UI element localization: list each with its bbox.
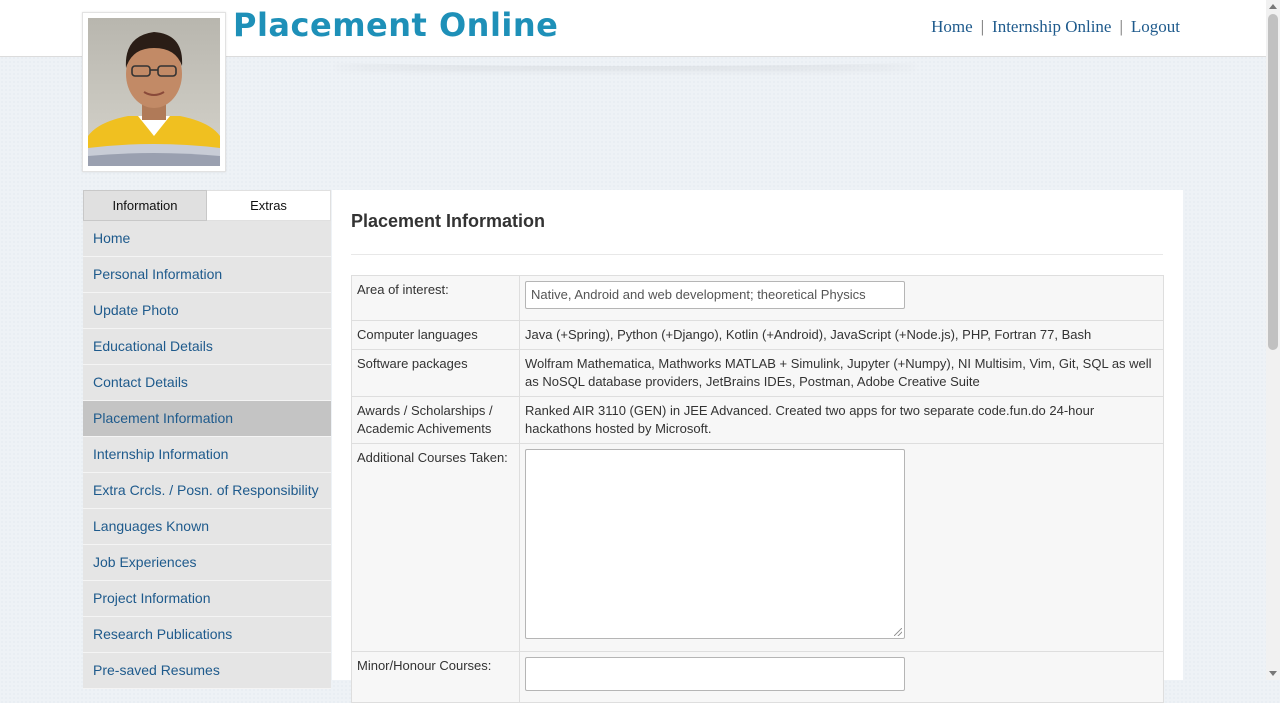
scroll-up-arrow-icon[interactable]: [1269, 4, 1277, 9]
scroll-down-arrow-icon[interactable]: [1269, 671, 1277, 676]
profile-photo: [82, 12, 226, 172]
header-shadow: [330, 56, 920, 66]
additional-courses-label: Additional Courses Taken:: [351, 443, 520, 652]
title-divider: [351, 254, 1163, 255]
minor-honour-label: Minor/Honour Courses:: [351, 651, 520, 703]
site-title: Placement Online: [233, 6, 559, 44]
sidebar-item-placement-information[interactable]: Placement Information: [83, 401, 331, 437]
nav-separator: |: [980, 17, 985, 36]
table-row: Area of interest: Native, Android and we…: [351, 275, 1164, 321]
nav-internship-online-link[interactable]: Internship Online: [992, 17, 1111, 36]
page-title: Placement Information: [351, 211, 546, 231]
awards-value: Ranked AIR 3110 (GEN) in JEE Advanced. C…: [519, 396, 1164, 444]
main-panel: Placement Information Area of interest: …: [332, 190, 1183, 703]
sidebar-item-contact-details[interactable]: Contact Details: [83, 365, 331, 401]
sidebar-item-job-experiences[interactable]: Job Experiences: [83, 545, 331, 581]
table-row: Additional Courses Taken:: [351, 443, 1164, 652]
resize-grip-icon[interactable]: [894, 628, 902, 636]
sidebar-item-project-information[interactable]: Project Information: [83, 581, 331, 617]
area-of-interest-cell: Native, Android and web development; the…: [519, 275, 1164, 321]
sidebar-item-personal-information[interactable]: Personal Information: [83, 257, 331, 293]
sidebar-item-update-photo[interactable]: Update Photo: [83, 293, 331, 329]
table-row: Computer languages Java (+Spring), Pytho…: [351, 320, 1164, 350]
page-scrollbar[interactable]: [1266, 0, 1280, 680]
nav-separator: |: [1119, 17, 1123, 36]
table-row: Awards / Scholarships / Academic Achivem…: [351, 396, 1164, 444]
sidebar-item-research-publications[interactable]: Research Publications: [83, 617, 331, 653]
computer-languages-value: Java (+Spring), Python (+Django), Kotlin…: [519, 320, 1164, 350]
minor-honour-input[interactable]: [525, 657, 905, 691]
area-of-interest-input[interactable]: Native, Android and web development; the…: [525, 281, 905, 309]
additional-courses-cell: [519, 443, 1164, 652]
additional-courses-textarea[interactable]: [525, 449, 905, 639]
sidebar-tabs: Information Extras: [83, 190, 331, 221]
awards-label: Awards / Scholarships / Academic Achivem…: [351, 396, 520, 444]
sidebar-item-home[interactable]: Home: [83, 221, 331, 257]
sidebar-item-educational-details[interactable]: Educational Details: [83, 329, 331, 365]
nav-logout-link[interactable]: Logout: [1131, 17, 1180, 36]
computer-languages-label: Computer languages: [351, 320, 520, 350]
nav-home-link[interactable]: Home: [931, 17, 973, 36]
profile-photo-image: [88, 18, 220, 166]
scroll-thumb[interactable]: [1268, 14, 1278, 350]
table-row: Minor/Honour Courses:: [351, 651, 1164, 703]
software-packages-value: Wolfram Mathematica, Mathworks MATLAB + …: [519, 349, 1164, 397]
sidebar-item-internship-information[interactable]: Internship Information: [83, 437, 331, 473]
area-of-interest-label: Area of interest:: [351, 275, 520, 321]
software-packages-label: Software packages: [351, 349, 520, 397]
top-nav: Home | Internship Online | Logout: [931, 17, 1180, 37]
tab-extras[interactable]: Extras: [207, 190, 331, 221]
minor-honour-cell: [519, 651, 1164, 703]
sidebar-item-languages-known[interactable]: Languages Known: [83, 509, 331, 545]
sidebar: Information Extras Home Personal Informa…: [83, 190, 331, 689]
sidebar-item-extra-curriculars[interactable]: Extra Crcls. / Posn. of Responsibility: [83, 473, 331, 509]
tab-information[interactable]: Information: [83, 190, 207, 221]
placement-info-table: Area of interest: Native, Android and we…: [351, 275, 1164, 703]
sidebar-item-pre-saved-resumes[interactable]: Pre-saved Resumes: [83, 653, 331, 689]
table-row: Software packages Wolfram Mathematica, M…: [351, 349, 1164, 397]
